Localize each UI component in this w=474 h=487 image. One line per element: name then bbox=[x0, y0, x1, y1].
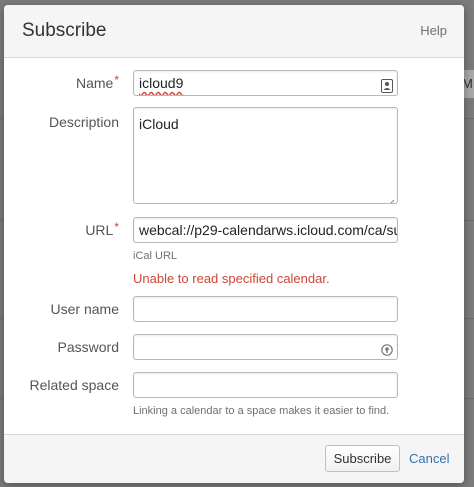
key-icon[interactable] bbox=[381, 340, 393, 356]
url-field-value: webcal://p29-calendarws.icloud.com/ca/su… bbox=[139, 222, 397, 238]
resize-grip-icon[interactable] bbox=[387, 193, 395, 203]
name-label: Name* bbox=[75, 73, 119, 91]
description-textarea[interactable]: iCloud bbox=[133, 107, 398, 204]
password-label: Password bbox=[58, 339, 119, 355]
related-space-label-text: Related space bbox=[29, 377, 119, 393]
password-field[interactable] bbox=[133, 334, 398, 360]
url-hint: iCal URL bbox=[133, 250, 178, 262]
url-label-text: URL bbox=[85, 222, 114, 238]
required-marker: * bbox=[114, 220, 119, 234]
description-value: iCloud bbox=[139, 116, 179, 132]
username-label: User name bbox=[51, 301, 119, 317]
help-link[interactable]: Help bbox=[420, 23, 447, 38]
cancel-link[interactable]: Cancel bbox=[409, 451, 449, 466]
dialog-title: Subscribe bbox=[22, 20, 107, 41]
name-label-text: Name bbox=[75, 75, 114, 91]
password-label-text: Password bbox=[57, 339, 119, 355]
dialog-header: Subscribe Help bbox=[4, 5, 464, 58]
description-label-text: Description bbox=[48, 114, 119, 130]
contact-card-icon[interactable] bbox=[381, 76, 393, 93]
related-space-hint: Linking a calendar to a space makes it e… bbox=[133, 405, 390, 417]
name-field[interactable]: icloud9 bbox=[133, 70, 398, 96]
subscribe-dialog: Subscribe Help Name* icloud9 Description… bbox=[4, 5, 464, 483]
username-label-text: User name bbox=[50, 301, 119, 317]
url-error-message: Unable to read specified calendar. bbox=[133, 271, 330, 286]
url-field[interactable]: webcal://p29-calendarws.icloud.com/ca/su… bbox=[133, 217, 398, 243]
required-marker: * bbox=[114, 73, 119, 87]
related-space-label: Related space bbox=[29, 377, 119, 393]
subscribe-button[interactable]: Subscribe bbox=[325, 445, 400, 472]
username-field[interactable] bbox=[133, 296, 398, 322]
url-label: URL* bbox=[85, 220, 119, 238]
related-space-field[interactable] bbox=[133, 372, 398, 398]
name-field-value: icloud9 bbox=[139, 75, 184, 91]
description-label: Description bbox=[49, 114, 119, 130]
dialog-footer: Subscribe Cancel bbox=[4, 434, 464, 483]
